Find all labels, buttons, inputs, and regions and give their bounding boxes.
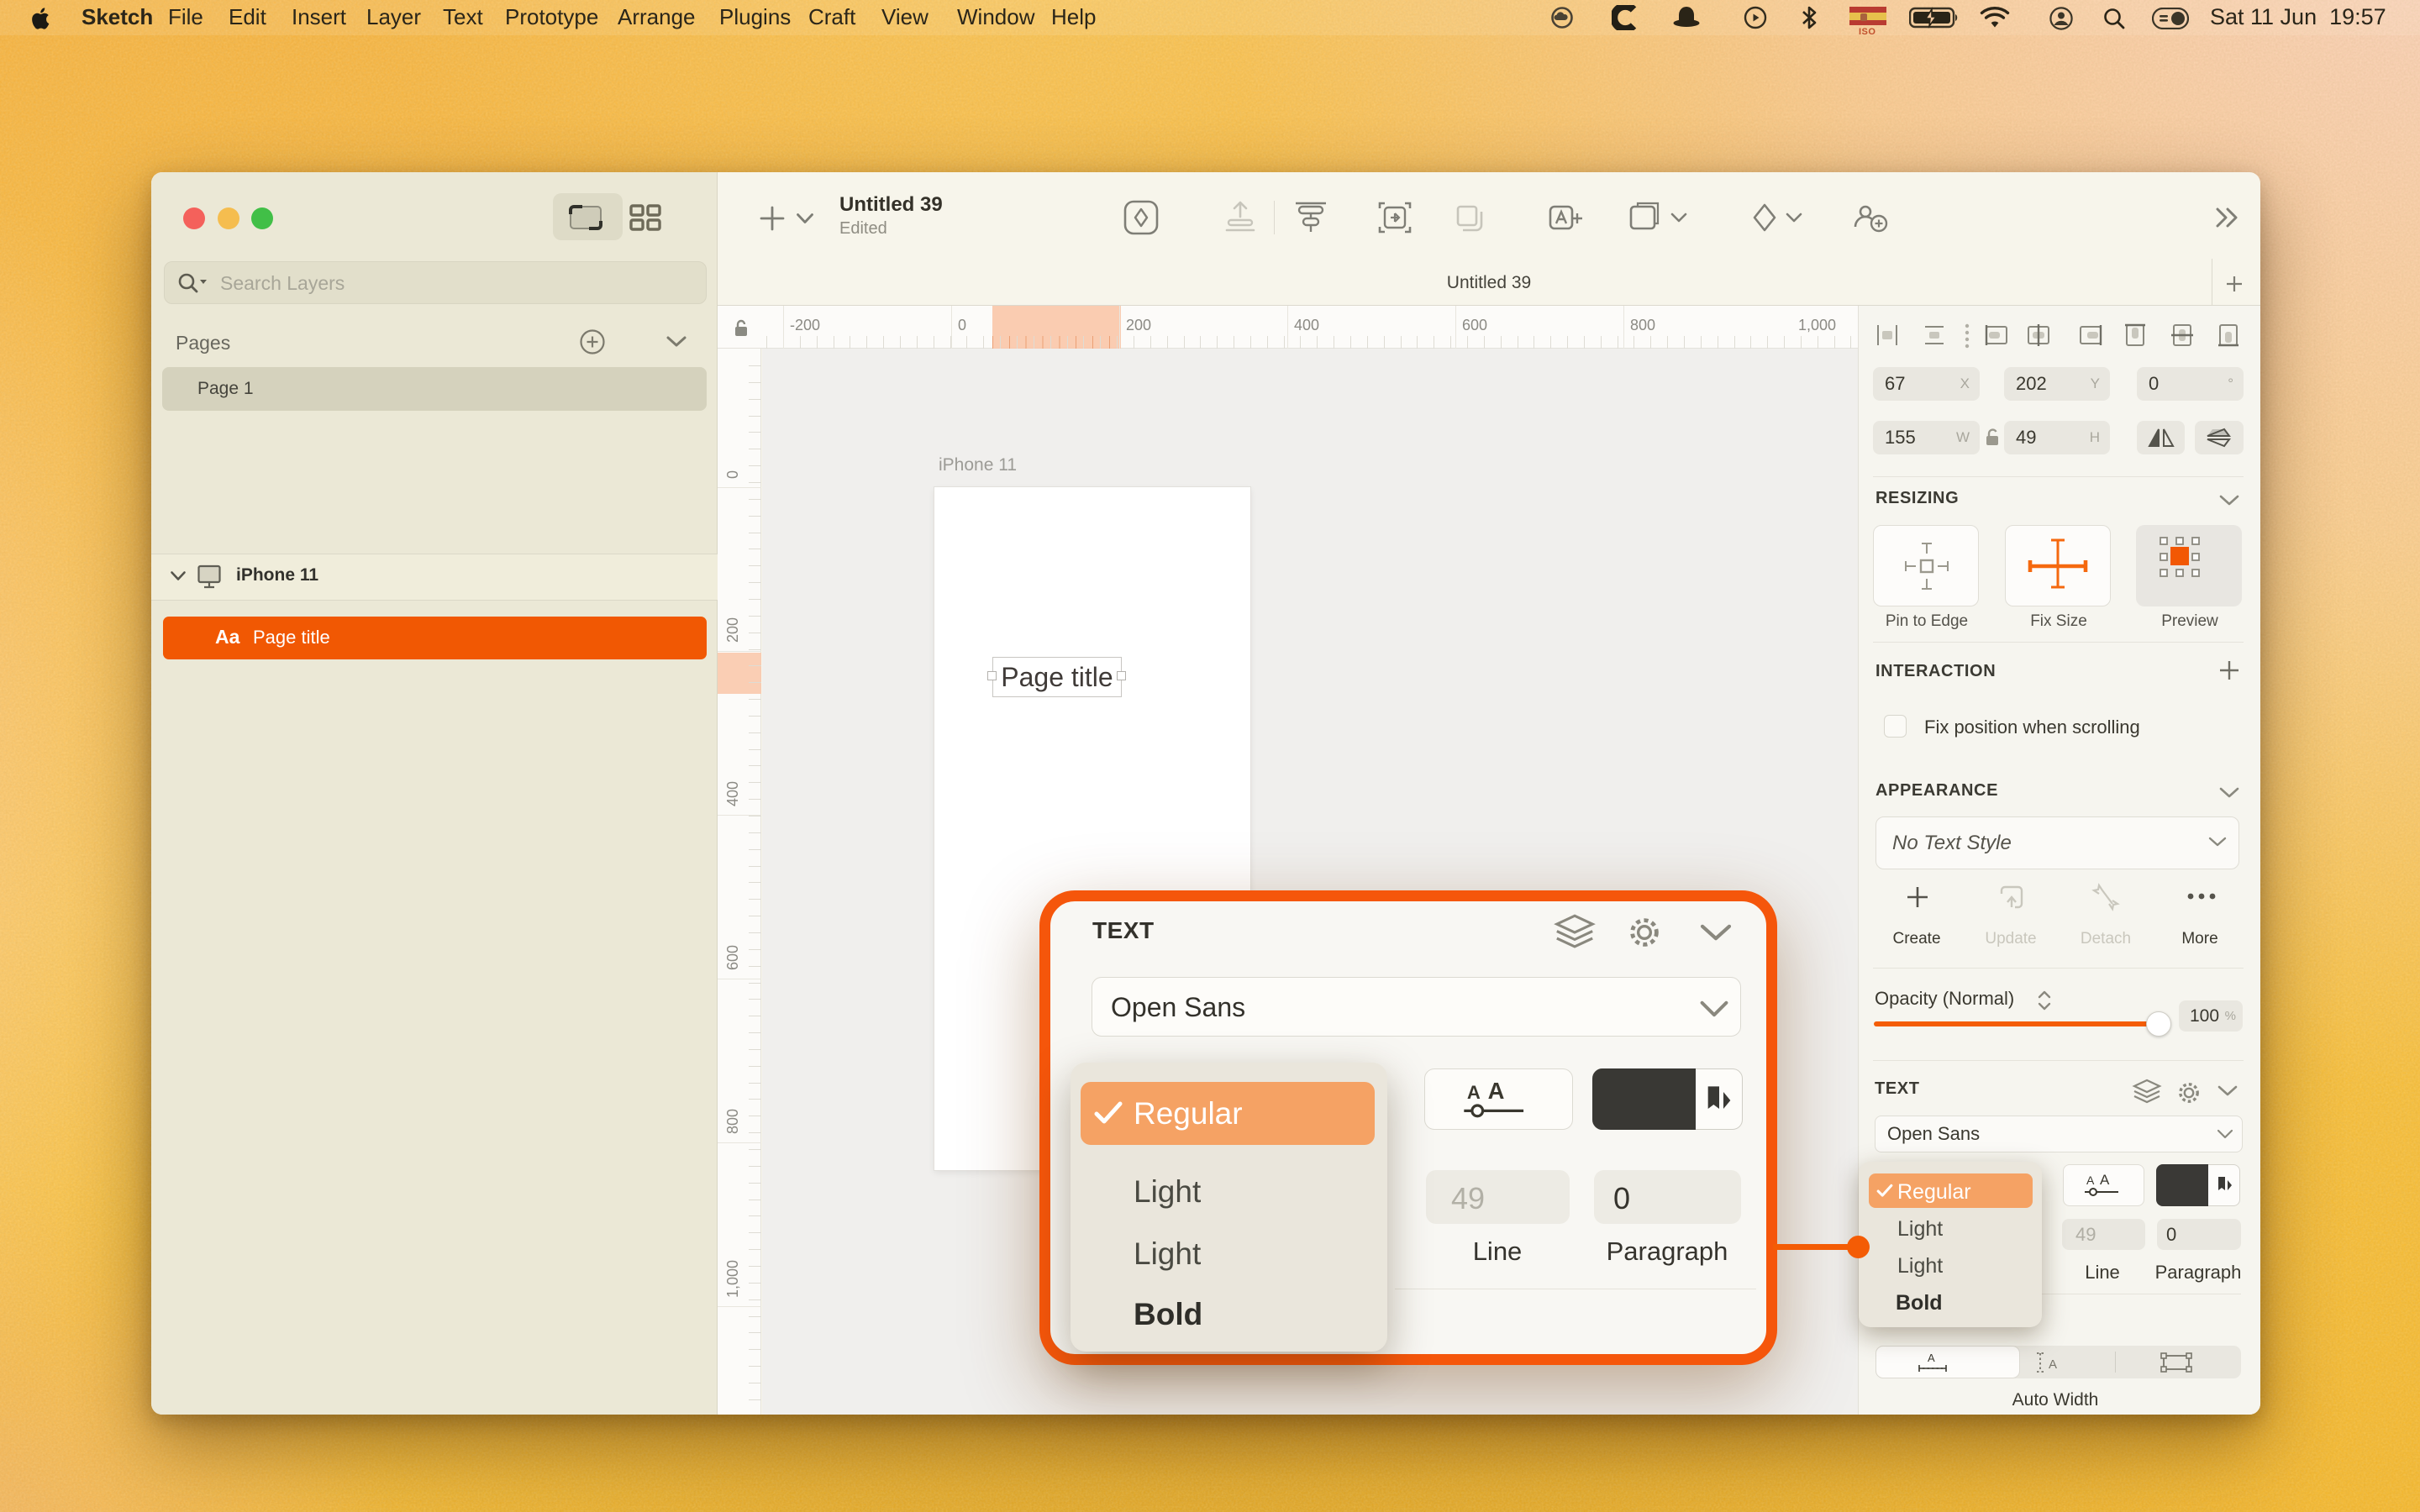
svg-text:A: A [2049, 1357, 2057, 1372]
svg-text:A: A [2100, 1173, 2110, 1188]
svg-text:A: A [1928, 1352, 1935, 1364]
svg-text:A: A [1488, 1081, 1505, 1104]
svg-text:A: A [2086, 1173, 2095, 1187]
svg-text:A: A [1467, 1082, 1481, 1103]
